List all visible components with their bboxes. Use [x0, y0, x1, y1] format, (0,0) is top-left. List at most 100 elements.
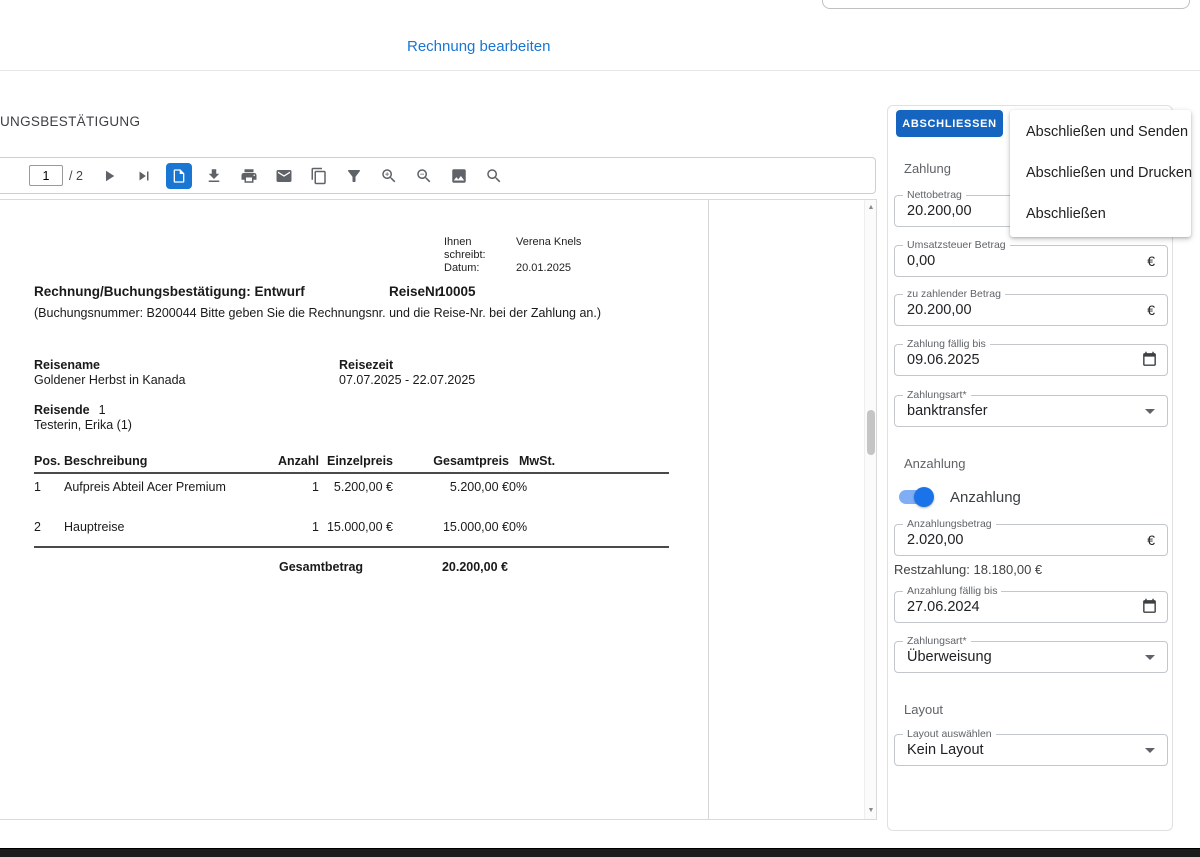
- email-button[interactable]: [271, 163, 297, 189]
- date-value: 20.01.2025: [516, 262, 572, 274]
- download-button[interactable]: [201, 163, 227, 189]
- table-header-cell: Beschreibung: [64, 452, 278, 474]
- zoom-out-icon: [417, 168, 431, 182]
- field-value: Überweisung: [907, 649, 992, 665]
- page-number-input[interactable]: [29, 165, 63, 186]
- date-label: Datum:: [444, 262, 480, 274]
- viewer-scrollbar[interactable]: ▲ ▼: [864, 200, 876, 819]
- page-icon: [173, 168, 185, 183]
- table-header-cell: Anzahl: [278, 452, 319, 474]
- sender-block: Ihnen schreibt: Verena Knels Datum: 20.0…: [444, 236, 581, 275]
- chevron-down-icon: [1145, 655, 1155, 660]
- section-label-zahlung: Zahlung: [904, 161, 951, 176]
- umsatzsteuer-betrag-field[interactable]: Umsatzsteuer Betrag 0,00 €: [894, 239, 1168, 277]
- menu-item-abschliessen-und-drucken[interactable]: Abschließen und Drucken: [1010, 153, 1192, 194]
- field-value: Kein Layout: [907, 742, 984, 758]
- zahlung-faellig-bis-field[interactable]: Zahlung fällig bis 09.06.2025: [894, 338, 1168, 376]
- trip-labels-row: Reisename Reisezeit: [34, 358, 654, 372]
- calendar-icon[interactable]: [1141, 351, 1158, 368]
- sender-value: Verena Knels: [516, 236, 582, 248]
- scroll-down-arrow[interactable]: ▼: [865, 806, 877, 816]
- total-value: 20.200,00 €: [393, 546, 509, 575]
- scrollbar-thumb[interactable]: [867, 410, 875, 455]
- abschliessen-button[interactable]: ABSCHLIESSEN: [896, 110, 1003, 137]
- invoice-heading: Rechnung/Buchungsbestätigung: Entwurf Re…: [34, 284, 634, 299]
- print-icon: [241, 168, 257, 183]
- zahlungsart-select[interactable]: Zahlungsart* banktransfer: [894, 389, 1168, 427]
- abschliessen-menu: Abschließen und Senden Abschließen und D…: [1010, 110, 1192, 237]
- table-header-cell: MwSt.: [509, 452, 669, 474]
- field-value: 20.200,00: [907, 203, 972, 219]
- zoom-in-button[interactable]: [376, 163, 402, 189]
- zoom-out-button[interactable]: [411, 163, 437, 189]
- section-label-layout: Layout: [904, 702, 944, 717]
- table-cell: 1: [312, 520, 319, 534]
- table-cell: Aufpreis Abteil Acer Premium: [64, 480, 226, 494]
- section-label-anzahlung: Anzahlung: [904, 456, 966, 471]
- field-value: 0,00: [907, 253, 936, 269]
- calendar-icon[interactable]: [1141, 598, 1158, 615]
- currency-suffix: €: [1147, 532, 1155, 548]
- top-cropped-field[interactable]: [822, 0, 1190, 9]
- print-button[interactable]: [236, 163, 262, 189]
- anzahlungsbetrag-field[interactable]: Anzahlungsbetrag 2.020,00 €: [894, 518, 1168, 556]
- table-cell: 5.200,00 €: [333, 480, 393, 494]
- table-cell: 15.000,00 €: [442, 520, 509, 534]
- travelers-label: Reisende: [34, 403, 90, 417]
- last-page-button[interactable]: [131, 163, 157, 189]
- trip-name-value: Goldener Herbst in Kanada: [34, 373, 186, 387]
- table-row: 1 Aufpreis Abteil Acer Premium 1 5.200,0…: [34, 473, 669, 514]
- currency-suffix: €: [1147, 302, 1155, 318]
- search-icon: [487, 168, 501, 182]
- table-cell: 1: [34, 480, 41, 494]
- pdf-toolbar: / 2: [0, 157, 876, 194]
- invoice-title: Rechnung/Buchungsbestätigung: Entwurf: [34, 284, 305, 299]
- travelers-count: 1: [98, 403, 106, 417]
- page-edge-divider: [708, 200, 709, 819]
- table-cell: 1: [312, 480, 319, 494]
- trip-number-value: 10005: [438, 284, 476, 299]
- menu-item-abschliessen-und-senden[interactable]: Abschließen und Senden: [1010, 112, 1191, 153]
- toggle-thumb: [914, 487, 934, 507]
- search-button[interactable]: [481, 163, 507, 189]
- layout-select[interactable]: Layout auswählen Kein Layout: [894, 728, 1168, 766]
- next-page-button[interactable]: [96, 163, 122, 189]
- table-header-cell: Pos.: [34, 452, 64, 474]
- trip-name-label: Reisename: [34, 358, 101, 372]
- currency-suffix: €: [1147, 253, 1155, 269]
- pdf-page: Ihnen schreibt: Verena Knels Datum: 20.0…: [0, 200, 708, 819]
- scroll-up-arrow[interactable]: ▲: [865, 203, 877, 213]
- copy-button[interactable]: [306, 163, 332, 189]
- table-cell: Hauptreise: [64, 520, 125, 534]
- table-cell: 0%: [509, 520, 528, 534]
- table-cell: 0%: [509, 480, 528, 494]
- field-value: 09.06.2025: [907, 352, 980, 368]
- anzahlung-zahlungsart-select[interactable]: Zahlungsart* Überweisung: [894, 635, 1168, 673]
- download-icon: [208, 168, 220, 182]
- header-divider: [0, 70, 1200, 71]
- anzahlung-faellig-bis-field[interactable]: Anzahlung fällig bis 27.06.2024: [894, 585, 1168, 623]
- field-value: banktransfer: [907, 403, 988, 419]
- menu-item-abschliessen[interactable]: Abschließen: [1010, 194, 1191, 235]
- image-button[interactable]: [446, 163, 472, 189]
- page-title: Rechnung bearbeiten: [407, 38, 551, 55]
- pdf-viewer: Ihnen schreibt: Verena Knels Datum: 20.0…: [0, 199, 877, 820]
- zu-zahlender-betrag-field[interactable]: zu zahlender Betrag 20.200,00 €: [894, 288, 1168, 326]
- field-value: 27.06.2024: [907, 599, 980, 615]
- last-page-icon: [139, 171, 149, 180]
- table-header-cell: Einzelpreis: [319, 452, 393, 474]
- total-label: Gesamtbetrag: [278, 546, 393, 575]
- anzahlung-toggle[interactable]: [898, 487, 934, 507]
- filter-icon: [347, 169, 360, 182]
- field-value: 20.200,00: [907, 302, 972, 318]
- invoice-items-table: Pos. Beschreibung Anzahl Einzelpreis Ges…: [34, 452, 669, 575]
- filter-button[interactable]: [341, 163, 367, 189]
- copy-icon: [311, 167, 326, 184]
- table-total-row: Gesamtbetrag 20.200,00 €: [34, 546, 669, 575]
- table-cell: 2: [34, 520, 41, 534]
- chevron-down-icon: [1145, 748, 1155, 753]
- page-view-button[interactable]: [165, 162, 192, 189]
- traveler-name: Testerin, Erika (1): [34, 418, 132, 432]
- field-value: 2.020,00: [907, 532, 964, 548]
- chevron-down-icon: [1145, 409, 1155, 414]
